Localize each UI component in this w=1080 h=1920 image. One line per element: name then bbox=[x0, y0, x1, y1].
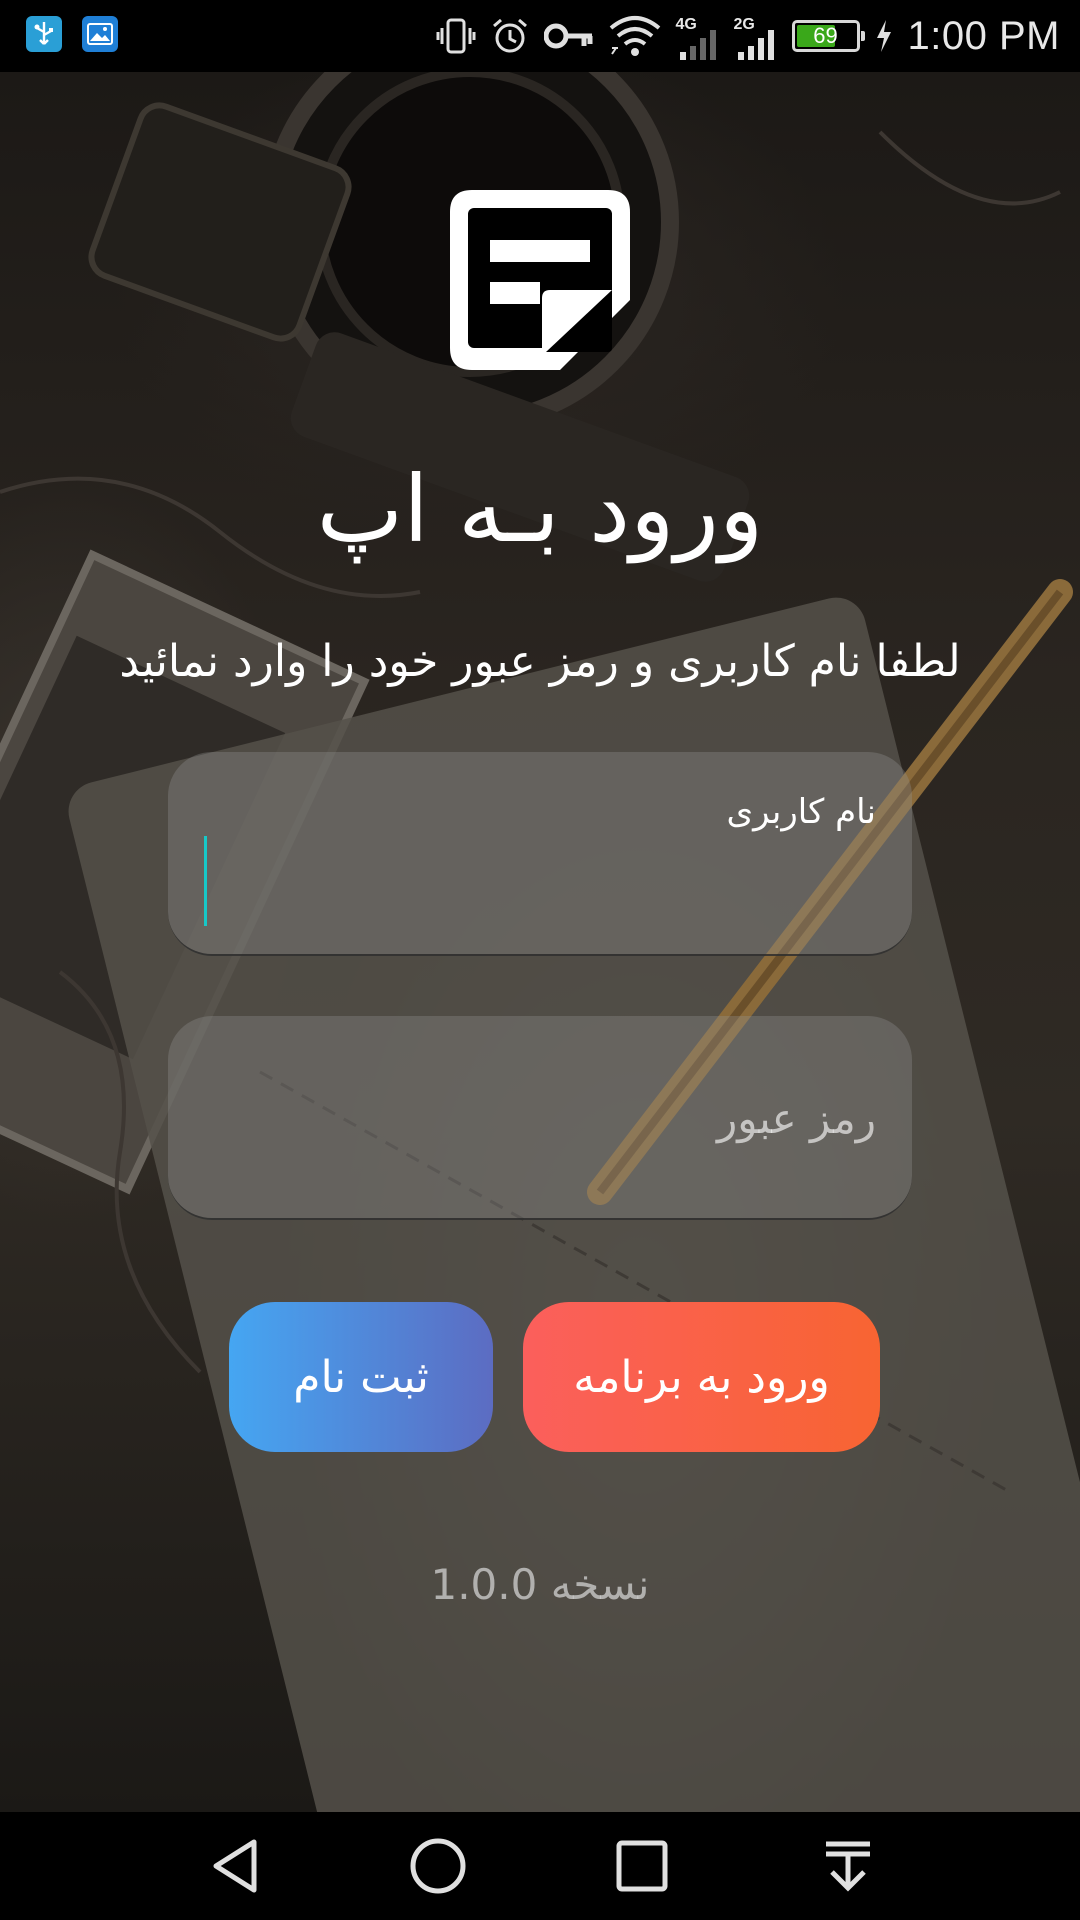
wifi-icon bbox=[609, 16, 660, 56]
password-placeholder: رمز عبور bbox=[716, 1094, 876, 1143]
usb-icon bbox=[26, 16, 62, 52]
gallery-icon bbox=[82, 16, 118, 52]
navigation-bar bbox=[0, 1812, 1080, 1920]
charging-icon bbox=[876, 20, 891, 52]
alarm-icon bbox=[492, 18, 527, 53]
login-instructions: لطفا نام کاربری و رمز عبور خود را وارد ن… bbox=[119, 636, 961, 687]
notes-icon bbox=[450, 190, 630, 370]
recents-icon[interactable] bbox=[612, 1836, 672, 1896]
login-button[interactable]: ورود به برنامه bbox=[523, 1302, 880, 1452]
register-button[interactable]: ثبت نام bbox=[229, 1302, 493, 1452]
signal-2g-icon: 2G bbox=[734, 8, 778, 64]
username-field[interactable]: نام کاربری bbox=[168, 752, 912, 956]
notification-shade-icon[interactable] bbox=[818, 1836, 878, 1896]
username-label: نام کاربری bbox=[726, 792, 876, 832]
text-cursor bbox=[204, 836, 207, 926]
battery-level: 69 bbox=[813, 23, 838, 48]
app-title: ورود بـه اپ bbox=[316, 456, 764, 563]
vibrate-icon bbox=[436, 18, 476, 54]
status-bar: 4G 2G 69 1:00 PM bbox=[0, 0, 1080, 72]
login-screen: 4G 2G 69 1:00 PM ورود بـه اپ لطفا نام کا… bbox=[0, 0, 1080, 1920]
signal-4g-icon: 4G bbox=[676, 8, 720, 64]
clock: 1:00 PM bbox=[907, 13, 1060, 58]
battery-icon: 69 bbox=[791, 20, 865, 52]
version-label: نسخه 1.0.0 bbox=[430, 1560, 650, 1609]
vpn-key-icon bbox=[543, 23, 593, 49]
home-icon[interactable] bbox=[408, 1836, 468, 1896]
back-icon[interactable] bbox=[206, 1836, 266, 1896]
password-field[interactable]: رمز عبور bbox=[168, 1016, 912, 1220]
